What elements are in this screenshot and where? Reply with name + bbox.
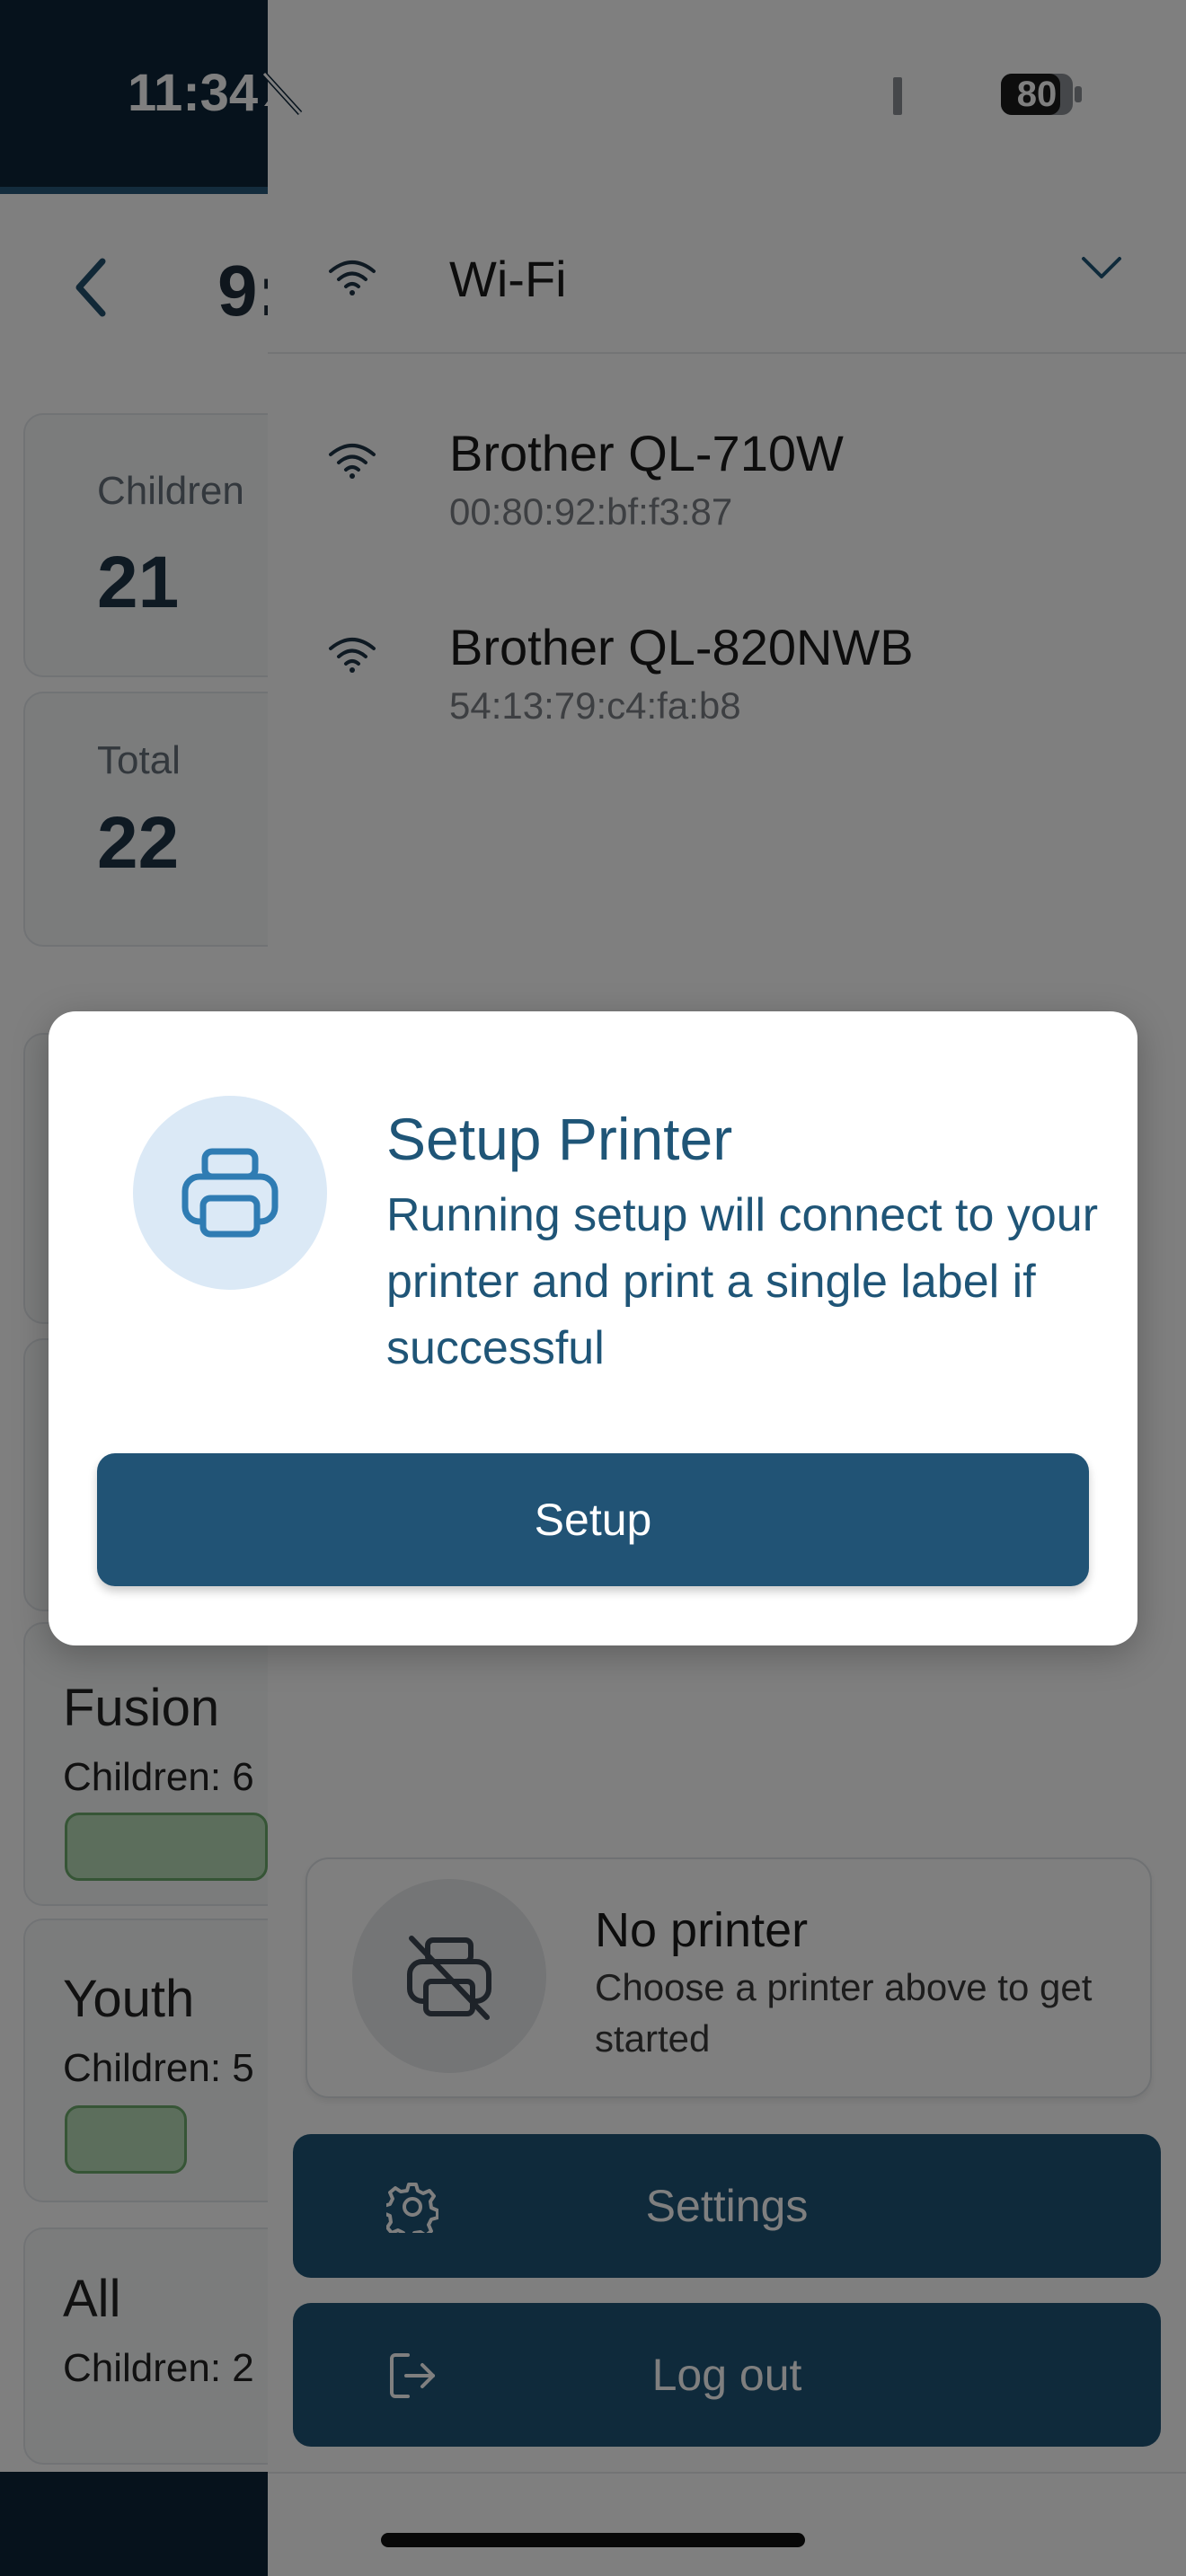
dialog-title: Setup Printer	[386, 1106, 733, 1172]
setup-button[interactable]: Setup	[97, 1453, 1089, 1586]
printer-icon-circle	[133, 1096, 327, 1290]
setup-printer-dialog: Setup Printer Running setup will connect…	[49, 1011, 1137, 1645]
setup-button-label: Setup	[534, 1495, 652, 1545]
printer-icon	[181, 1148, 279, 1238]
dialog-body: Running setup will connect to your print…	[386, 1189, 1099, 1374]
